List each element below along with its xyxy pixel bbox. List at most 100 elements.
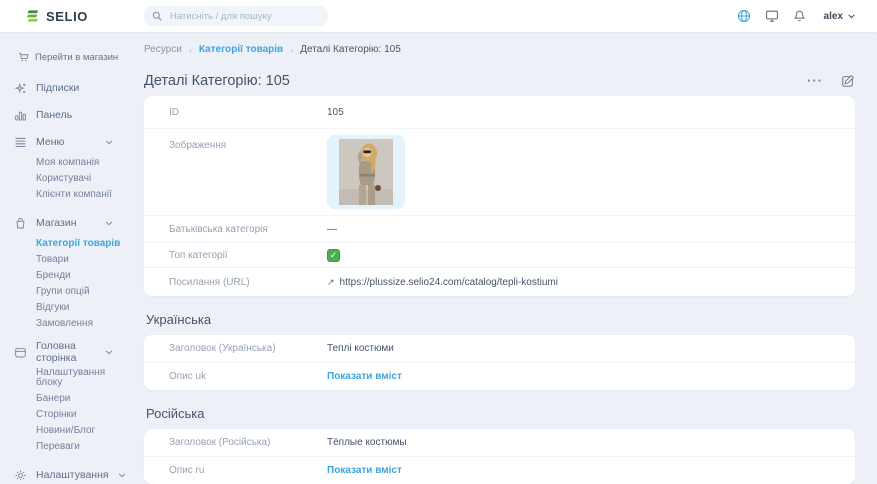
edit-button[interactable] xyxy=(841,74,855,88)
globe-icon[interactable] xyxy=(737,9,751,23)
ukrainian-card: Заголовок (Українська) Теплі костюми Опи… xyxy=(144,335,855,390)
sidebar-submenu-menu: Моя компанія Користувачі Клієнти компані… xyxy=(36,158,131,200)
russian-card: Заголовок (Російська) Тёплые костюмы Опи… xyxy=(144,429,855,484)
details-card: ID 105 Зображення xyxy=(144,96,855,296)
sidebar-item-company-clients[interactable]: Клієнти компанії xyxy=(36,190,131,200)
show-content-ru-link[interactable]: Показати вміст xyxy=(327,465,402,476)
field-label: Топ категорії xyxy=(144,250,327,261)
sidebar-item-label: Підписки xyxy=(36,82,79,94)
field-value: 105 xyxy=(327,107,344,118)
field-value: — xyxy=(327,224,337,235)
search-input[interactable] xyxy=(168,10,320,23)
sidebar-item-brands[interactable]: Бренди xyxy=(36,271,131,281)
header-actions: alex xyxy=(737,9,855,23)
sidebar-item-dashboard[interactable]: Панель xyxy=(13,105,131,125)
sidebar-item-menu[interactable]: Меню xyxy=(13,132,131,152)
sidebar-item-subscriptions[interactable]: Підписки xyxy=(13,78,131,98)
category-image-thumbnail[interactable] xyxy=(327,135,405,209)
search-icon xyxy=(152,11,162,21)
sidebar-item-option-groups[interactable]: Групи опцій xyxy=(36,287,131,297)
chevron-down-icon xyxy=(118,473,126,478)
top-category-checkbox[interactable]: ✓ xyxy=(327,249,340,262)
sidebar-item-label: Налаштування xyxy=(36,469,109,480)
sidebar-item-go-to-store[interactable]: Перейти в магазин xyxy=(16,50,131,64)
sidebar-item-my-company[interactable]: Моя компанія xyxy=(36,158,131,168)
section-title-ukrainian: Українська xyxy=(146,312,855,327)
gear-icon xyxy=(13,469,27,481)
breadcrumb-product-categories[interactable]: Категорії товарів xyxy=(199,44,283,55)
top-header: SELIO xyxy=(0,0,877,32)
chevron-down-icon xyxy=(105,350,113,355)
breadcrumb-current: Деталі Категорію: 105 xyxy=(300,44,401,55)
sidebar-item-news-blog[interactable]: Новини/Блог xyxy=(36,426,131,436)
category-url-link[interactable]: https://plussize.selio24.com/catalog/tep… xyxy=(340,277,558,288)
global-search[interactable] xyxy=(143,6,329,26)
sidebar-item-banners[interactable]: Банери xyxy=(36,394,131,404)
sidebar-item-users[interactable]: Користувачі xyxy=(36,174,131,184)
page-title: Деталі Категорію: 105 xyxy=(144,73,290,89)
sidebar-item-orders[interactable]: Замовлення xyxy=(36,319,131,329)
detail-row-url: Посилання (URL) ↗ https://plussize.selio… xyxy=(144,267,855,296)
chevron-down-icon xyxy=(848,14,855,19)
shopping-bag-icon xyxy=(13,217,27,230)
sidebar: Перейти в магазин Підписки xyxy=(0,32,131,480)
field-label: Опис uk xyxy=(144,371,327,382)
sidebar-item-pages[interactable]: Сторінки xyxy=(36,410,131,420)
sidebar-item-reviews[interactable]: Відгуки xyxy=(36,303,131,313)
field-label: Опис ru xyxy=(144,465,327,476)
field-label: Посилання (URL) xyxy=(144,277,327,288)
sidebar-item-product-categories[interactable]: Категорії товарів xyxy=(36,239,131,249)
page-actions: ··· xyxy=(807,74,855,88)
field-label: Батьківська категорія xyxy=(144,224,327,235)
detail-row-title-ru: Заголовок (Російська) Тёплые костюмы xyxy=(144,429,855,456)
hamburger-menu-icon xyxy=(13,136,27,149)
field-value: Теплі костюми xyxy=(327,343,394,354)
user-name: alex xyxy=(824,11,843,22)
sidebar-item-label: Перейти в магазин xyxy=(35,52,118,63)
field-label: Заголовок (Українська) xyxy=(144,343,327,354)
detail-row-parent-category: Батьківська категорія — xyxy=(144,215,855,242)
section-title-russian: Російська xyxy=(146,406,855,421)
bell-icon[interactable] xyxy=(793,9,806,23)
field-label: ID xyxy=(144,107,327,118)
chevron-down-icon xyxy=(105,221,113,226)
shopping-cart-icon xyxy=(16,52,30,63)
sidebar-item-label: Панель xyxy=(36,109,72,121)
field-label: Зображення xyxy=(144,135,327,151)
field-label: Заголовок (Російська) xyxy=(144,437,327,448)
monitor-icon[interactable] xyxy=(765,9,779,23)
more-actions-button[interactable]: ··· xyxy=(807,76,823,86)
browser-window-icon xyxy=(13,346,27,359)
detail-row-title-uk: Заголовок (Українська) Теплі костюми xyxy=(144,335,855,362)
field-value: Тёплые костюмы xyxy=(327,437,407,448)
sidebar-submenu-shop: Категорії товарів Товари Бренди Групи оп… xyxy=(36,239,131,329)
sidebar-item-label: Головна сторінка xyxy=(36,340,96,364)
breadcrumb-separator: › xyxy=(189,45,192,55)
sidebar-item-shop[interactable]: Магазин xyxy=(13,213,131,233)
bar-chart-icon xyxy=(13,109,27,122)
detail-row-description-uk: Опис uk Показати вміст xyxy=(144,362,855,390)
breadcrumb-separator: › xyxy=(290,45,293,55)
detail-row-top-category: Топ категорії ✓ xyxy=(144,242,855,267)
sidebar-submenu-homepage: Налаштування блоку Банери Сторінки Новин… xyxy=(36,368,131,452)
sidebar-item-products[interactable]: Товари xyxy=(36,255,131,265)
detail-row-image: Зображення xyxy=(144,128,855,215)
sidebar-item-homepage[interactable]: Головна сторінка xyxy=(13,342,131,362)
page-title-row: Деталі Категорію: 105 ··· xyxy=(144,72,855,90)
breadcrumb: Ресурси › Категорії товарів › Деталі Кат… xyxy=(144,43,855,56)
external-link-icon: ↗ xyxy=(327,277,335,288)
brand-logo[interactable]: SELIO xyxy=(25,9,129,24)
sidebar-item-advantages[interactable]: Переваги xyxy=(36,442,131,452)
category-photo xyxy=(339,139,393,205)
chevron-down-icon xyxy=(105,140,113,145)
sidebar-item-label: Магазин xyxy=(36,217,77,229)
sidebar-item-label: Меню xyxy=(36,136,64,148)
user-menu[interactable]: alex xyxy=(824,11,855,22)
sparkles-icon xyxy=(13,82,27,95)
brand-name: SELIO xyxy=(46,9,88,24)
show-content-uk-link[interactable]: Показати вміст xyxy=(327,371,402,382)
sidebar-item-settings[interactable]: Налаштування xyxy=(13,465,131,480)
breadcrumb-resources[interactable]: Ресурси xyxy=(144,44,182,55)
sidebar-item-block-settings[interactable]: Налаштування блоку xyxy=(36,368,131,388)
pencil-square-icon xyxy=(841,74,855,88)
